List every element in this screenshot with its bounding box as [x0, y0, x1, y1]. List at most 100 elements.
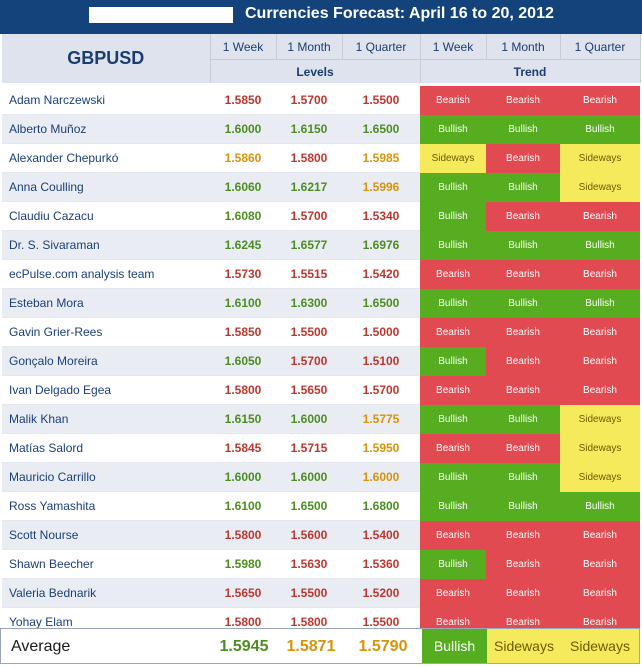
trend-badge: Bullish [486, 288, 560, 318]
average-label: Average [11, 638, 71, 655]
trend-badge: Bullish [560, 230, 640, 260]
trend-badge: Sideways [560, 462, 640, 492]
level-value: 1.6100 [210, 491, 276, 521]
trend-badge: Bullish [420, 491, 486, 521]
analyst-name: Shawn Beecher [2, 549, 210, 579]
table-row: Scott Nourse 1.5800 1.5600 1.5400 Bearish Bea… [2, 520, 640, 550]
trend-badge: Bullish [420, 404, 486, 434]
trend-badge: Bearish [420, 317, 486, 347]
trend-badge: Bearish [486, 346, 560, 376]
table-row: Gonçalo Moreira 1.6050 1.5700 1.5100 Bullish… [2, 346, 640, 376]
trend-badge: Bullish [420, 230, 486, 260]
level-value: 1.6577 [276, 230, 342, 260]
level-value: 1.5985 [342, 143, 420, 173]
levels-col-1week: 1 Week [210, 34, 277, 60]
level-value: 1.5980 [210, 549, 276, 579]
level-value: 1.5500 [342, 86, 420, 115]
trend-badge: Sideways [560, 404, 640, 434]
analyst-name: Alexander Chepurkó [2, 143, 210, 173]
trend-badge: Bearish [486, 86, 560, 115]
level-value: 1.6500 [276, 491, 342, 521]
level-value: 1.5850 [210, 86, 276, 115]
trend-badge: Bearish [560, 259, 640, 289]
level-value: 1.5500 [276, 578, 342, 608]
table-row: Ross Yamashita 1.6100 1.6500 1.6800 Bullish B… [2, 491, 640, 521]
level-value: 1.5700 [276, 346, 342, 376]
trend-badge: Bearish [486, 520, 560, 550]
level-value: 1.6050 [210, 346, 276, 376]
trend-badge: Bullish [420, 346, 486, 376]
trend-col-1week: 1 Week [420, 34, 487, 60]
average-trend-1quarter: Sideways [561, 629, 639, 663]
trend-badge: Bullish [486, 404, 560, 434]
trend-badge: Bearish [486, 317, 560, 347]
table-row: Dr. S. Sivaraman 1.6245 1.6577 1.6976 Bullis… [2, 230, 640, 260]
trend-badge: Bullish [486, 114, 560, 144]
trend-badge: Bearish [486, 259, 560, 289]
level-value: 1.5950 [342, 433, 420, 463]
level-value: 1.5860 [210, 143, 276, 173]
pair-header: GBPUSD [2, 34, 211, 83]
trend-group-header: Trend [420, 59, 641, 83]
table-row: Ivan Delgado Egea 1.5800 1.5650 1.5700 Beari… [2, 375, 640, 405]
trend-badge: Bearish [560, 578, 640, 608]
average-trend-1month: Sideways [487, 629, 561, 663]
analyst-name: ecPulse.com analysis team [2, 259, 210, 289]
level-value: 1.6500 [342, 114, 420, 144]
level-value: 1.5996 [342, 172, 420, 202]
analyst-name: Dr. S. Sivaraman [2, 230, 210, 260]
table-row: Adam Narczewski 1.5850 1.5700 1.5500 Bearish… [2, 86, 640, 115]
analyst-name: Claudiu Cazacu [2, 201, 210, 231]
analyst-name: Ivan Delgado Egea [2, 375, 210, 405]
trend-badge: Bullish [420, 201, 486, 231]
title-bar: Currencies Forecast: April 16 to 20, 201… [0, 0, 642, 34]
level-value: 1.6000 [276, 462, 342, 492]
levels-col-1month: 1 Month [276, 34, 343, 60]
trend-badge: Bullish [560, 491, 640, 521]
level-value: 1.6000 [210, 462, 276, 492]
level-value: 1.5650 [276, 375, 342, 405]
level-value: 1.5400 [342, 520, 420, 550]
trend-badge: Bullish [486, 172, 560, 202]
forecast-rows: Adam Narczewski 1.5850 1.5700 1.5500 Bearish… [2, 86, 640, 637]
table-row: Shawn Beecher 1.5980 1.5630 1.5360 Bullish Be… [2, 549, 640, 579]
trend-badge: Sideways [560, 433, 640, 463]
level-value: 1.6800 [342, 491, 420, 521]
table-row: Alexander Chepurkó 1.5860 1.5800 1.5985 Side… [2, 143, 640, 173]
table-row: Anna Coulling 1.6060 1.6217 1.5996 Bullish Bu… [2, 172, 640, 202]
trend-badge: Bearish [560, 201, 640, 231]
level-value: 1.5630 [276, 549, 342, 579]
table-row: Claudiu Cazacu 1.6080 1.5700 1.5340 Bullish B… [2, 201, 640, 231]
trend-badge: Bearish [420, 433, 486, 463]
average-level-1week: 1.5945 [219, 638, 269, 655]
analyst-name: Malik Khan [2, 404, 210, 434]
trend-badge: Bullish [560, 114, 640, 144]
levels-group-header: Levels [210, 59, 421, 83]
average-level-1quarter: 1.5790 [358, 638, 408, 655]
table-row: Malik Khan 1.6150 1.6000 1.5775 Bullish Bulli… [2, 404, 640, 434]
analyst-name: Scott Nourse [2, 520, 210, 550]
level-value: 1.6150 [210, 404, 276, 434]
level-value: 1.6000 [210, 114, 276, 144]
trend-badge: Bullish [420, 114, 486, 144]
trend-badge: Bearish [560, 375, 640, 405]
level-value: 1.5715 [276, 433, 342, 463]
forecast-table: GBPUSD 1 Week 1 Month 1 Quarter 1 Week 1… [2, 34, 641, 637]
table-row: Valeria Bednarik 1.5650 1.5500 1.5200 Bearis… [2, 578, 640, 608]
level-value: 1.5360 [342, 549, 420, 579]
average-trend-1week: Bullish [422, 629, 487, 663]
analyst-name: Valeria Bednarik [2, 578, 210, 608]
page-title: Currencies Forecast: April 16 to 20, 201… [245, 5, 554, 22]
trend-badge: Bearish [420, 259, 486, 289]
trend-badge: Bullish [486, 230, 560, 260]
trend-badge: Bullish [486, 462, 560, 492]
trend-badge: Bullish [420, 462, 486, 492]
trend-badge: Bearish [420, 578, 486, 608]
level-value: 1.5775 [342, 404, 420, 434]
analyst-name: Mauricio Carrillo [2, 462, 210, 492]
level-value: 1.5650 [210, 578, 276, 608]
level-value: 1.6100 [210, 288, 276, 318]
level-value: 1.6060 [210, 172, 276, 202]
trend-badge: Bearish [486, 549, 560, 579]
analyst-name: Adam Narczewski [2, 86, 210, 115]
